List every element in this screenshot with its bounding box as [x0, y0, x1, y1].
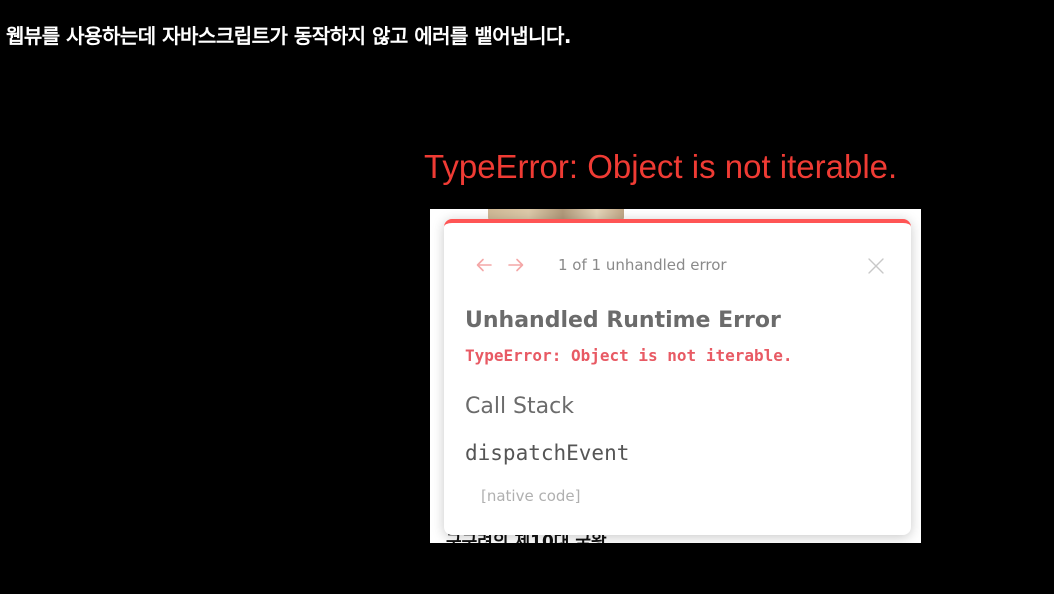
error-navigation: 1 of 1 unhandled error	[472, 255, 727, 275]
error-title: Unhandled Runtime Error	[465, 308, 781, 333]
video-caption: 웹뷰를 사용하는데 자바스크립트가 동작하지 않고 에러를 뱉어냅니다.	[6, 24, 571, 48]
arrow-left-icon	[476, 258, 492, 272]
close-button[interactable]	[867, 257, 885, 275]
close-icon	[868, 258, 884, 274]
call-stack-heading: Call Stack	[465, 394, 574, 419]
error-message: TypeError: Object is not iterable.	[465, 346, 793, 365]
app-screenshot: 구구려의 제10대 국왕 1 of 1 unhandled error Unha…	[430, 209, 921, 543]
stack-frame-name[interactable]: dispatchEvent	[465, 441, 629, 465]
stack-frame-source: [native code]	[481, 487, 581, 505]
prev-error-button[interactable]	[472, 255, 496, 275]
error-headline: TypeError: Object is not iterable.	[424, 148, 898, 185]
error-pagination: 1 of 1 unhandled error	[558, 256, 727, 274]
arrow-right-icon	[508, 258, 524, 272]
next-error-button[interactable]	[504, 255, 528, 275]
error-overlay-dialog: 1 of 1 unhandled error Unhandled Runtime…	[444, 219, 911, 535]
